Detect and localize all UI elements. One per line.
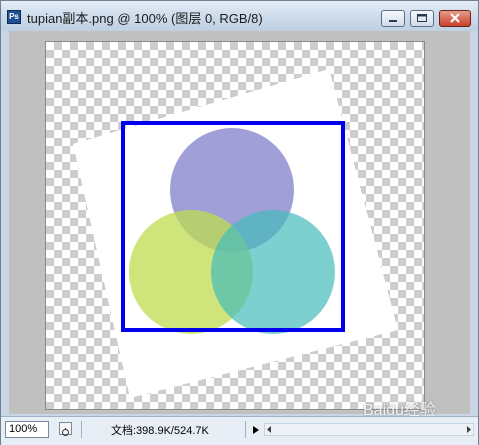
title-bar[interactable]: Ps tupian副本.png @ 100% (图层 0, RGB/8): [1, 1, 478, 31]
document-window: Ps tupian副本.png @ 100% (图层 0, RGB/8) Bai…: [0, 0, 479, 445]
close-icon: [450, 13, 460, 23]
image-content: [73, 69, 398, 398]
arrow-glyph: [253, 426, 259, 434]
document-info: 文档:398.9K/524.7K: [111, 425, 209, 437]
circle-right: [211, 210, 335, 334]
horizontal-scrollbar[interactable]: [264, 423, 474, 436]
play-arrow-icon[interactable]: [250, 422, 261, 436]
canvas-area[interactable]: [9, 31, 470, 414]
navigator-glyph: [62, 428, 69, 436]
separator: [245, 421, 246, 438]
maximize-icon: [417, 14, 427, 22]
close-button[interactable]: [439, 10, 471, 27]
vertical-scroll-area[interactable]: [470, 31, 478, 414]
zoom-field[interactable]: 100%: [5, 421, 49, 438]
status-bar: 100% 文档:398.9K/524.7K: [1, 416, 478, 445]
photoshop-document-icon: Ps: [7, 10, 21, 24]
document-canvas[interactable]: [45, 41, 425, 410]
minimize-icon: [389, 20, 397, 22]
minimize-button[interactable]: [381, 10, 405, 27]
window-title: tupian副本.png @ 100% (图层 0, RGB/8): [27, 11, 263, 26]
maximize-button[interactable]: [410, 10, 434, 27]
navigator-icon[interactable]: [59, 422, 72, 436]
separator: [81, 421, 82, 438]
